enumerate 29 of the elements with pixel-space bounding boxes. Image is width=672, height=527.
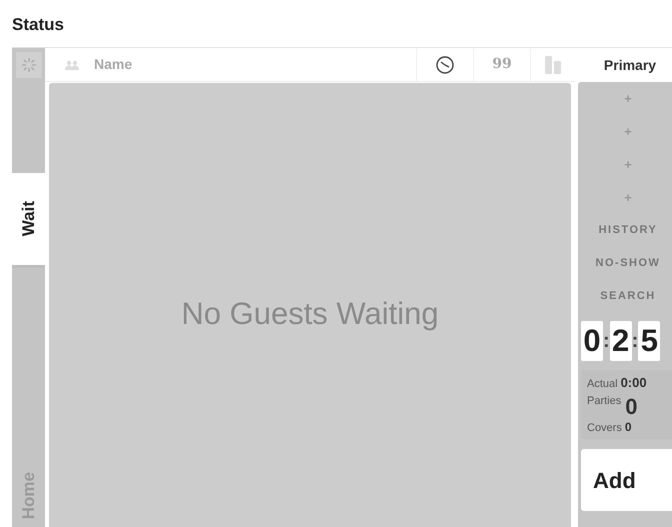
action-button[interactable]: SEARCH (581, 280, 672, 313)
add-slot-button[interactable]: + (581, 115, 672, 148)
stat-label: Actual (587, 377, 618, 392)
action-button[interactable]: HISTORY (581, 214, 672, 247)
timer-digit: 2 (610, 321, 632, 361)
side-tab[interactable]: Wait (12, 173, 45, 265)
stat-label: Covers (587, 420, 622, 436)
stat-value: 0 (625, 396, 638, 418)
timer-digit: 5 (638, 321, 660, 361)
clock-icon[interactable] (435, 54, 455, 74)
quote-mark[interactable]: 99 (492, 54, 512, 75)
add-slot-button[interactable]: + (581, 82, 672, 115)
stat-value: 0:00 (620, 374, 647, 392)
loading-icon[interactable] (16, 52, 42, 78)
timer-separator: : (603, 331, 610, 351)
timer-separator: : (632, 331, 638, 351)
panel-title: Primary (604, 56, 656, 75)
page-title: Status (12, 14, 64, 36)
stat-label: Parties (587, 394, 622, 408)
add-slot-button[interactable]: + (581, 148, 672, 181)
people-icon (65, 60, 79, 70)
name-column-header: Name (94, 55, 132, 74)
timer-digit: 0 (581, 321, 603, 361)
action-button[interactable]: NO-SHOW (581, 247, 672, 280)
devices-icon[interactable] (545, 56, 561, 74)
empty-message: No Guests Waiting (181, 295, 439, 333)
stat-value: 0 (624, 418, 632, 436)
add-slot-button[interactable]: + (581, 181, 672, 214)
add-button[interactable]: Add (581, 449, 672, 511)
